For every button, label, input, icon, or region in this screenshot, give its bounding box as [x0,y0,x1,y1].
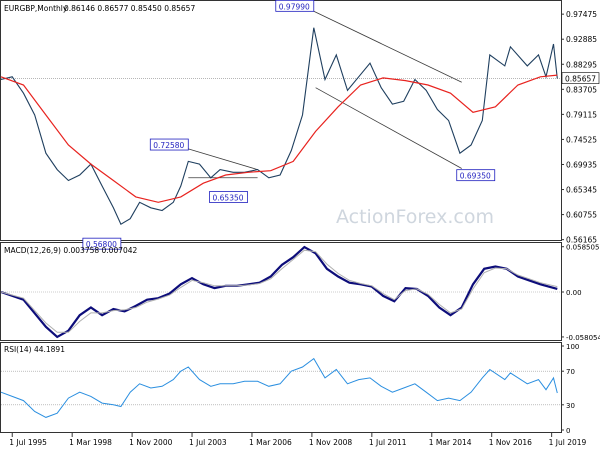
price-panel: 0.97475 0.92885 0.88295 0.83705 0.79115 0.745… [0,0,600,250]
y-tick-label: 0.88295 [566,60,597,69]
y-tick-label: 0.60755 [566,211,597,220]
price-panel-title: EURGBP,Monthly [4,4,68,13]
price-panel-frame [0,0,562,241]
rsi-panel-frame [0,342,562,433]
x-axis: 1 Jul 1995 1 Mar 1998 1 Nov 2000 1 Jul 2003… [9,433,587,447]
rsi-panel-title: RSI(14) 44.1891 [4,345,65,354]
x-tick-label: 1 Jul 2019 [549,438,587,447]
x-tick-label: 1 Nov 2000 [129,438,172,447]
series-line-rsi [0,357,558,418]
y-tick-label: 0.74525 [566,135,597,144]
annotation-label: 0.65350 [213,194,244,203]
macd-panel-title: MACD(12,26,9) 0.003758 0.007042 [4,246,138,255]
y-tick-label: -0.058054 [566,334,600,342]
y-tick-label: 0.058505 [566,244,599,252]
last-price-label: 0.85657 [565,75,596,84]
y-tick-label: 0.00 [566,289,582,297]
chart-root: 0.97475 0.92885 0.88295 0.83705 0.79115 0.745… [0,0,600,450]
y-tick-label: 0.65345 [566,186,597,195]
price-header-values: 0.86146 0.86577 0.85450 0.85657 [64,4,195,13]
x-tick-label: 1 Nov 2016 [489,438,532,447]
y-tick-label: 0 [566,427,570,435]
x-tick-label: 1 Jul 2003 [189,438,227,447]
series-line-eurgbp [0,27,558,225]
channel-line [315,87,462,169]
rsi-panel: 100 70 30 0 [0,343,579,435]
annotation-label: 0.72580 [153,141,184,150]
y-tick-label: 0.92885 [566,35,597,44]
annotation-label: 0.97990 [279,2,310,11]
channel-line [188,148,258,170]
y-tick-label: 0.97475 [566,10,597,19]
y-tick-label: 0.69935 [566,160,597,169]
y-tick-label: 70 [566,368,575,376]
x-tick-label: 1 Jul 1995 [9,438,47,447]
annotation-label: 0.69350 [460,172,491,181]
y-tick-label: 100 [566,343,579,351]
macd-panel: 0.058505 0.00 -0.058054 [0,244,600,342]
x-tick-label: 1 Mar 2014 [429,438,472,447]
x-tick-label: 1 Jul 2011 [369,438,407,447]
channel-line [313,10,462,83]
x-tick-label: 1 Mar 1998 [69,438,112,447]
series-line-signal [0,249,558,333]
y-tick-label: 30 [566,402,575,410]
chart-canvas: 0.97475 0.92885 0.88295 0.83705 0.79115 0.745… [0,0,600,447]
y-tick-label: 0.83705 [566,85,597,94]
x-tick-label: 1 Mar 2006 [249,438,292,447]
y-tick-label: 0.79115 [566,110,597,119]
watermark: ActionForex.com [336,206,494,228]
macd-panel-frame [0,242,562,341]
x-tick-label: 1 Nov 2008 [309,438,352,447]
